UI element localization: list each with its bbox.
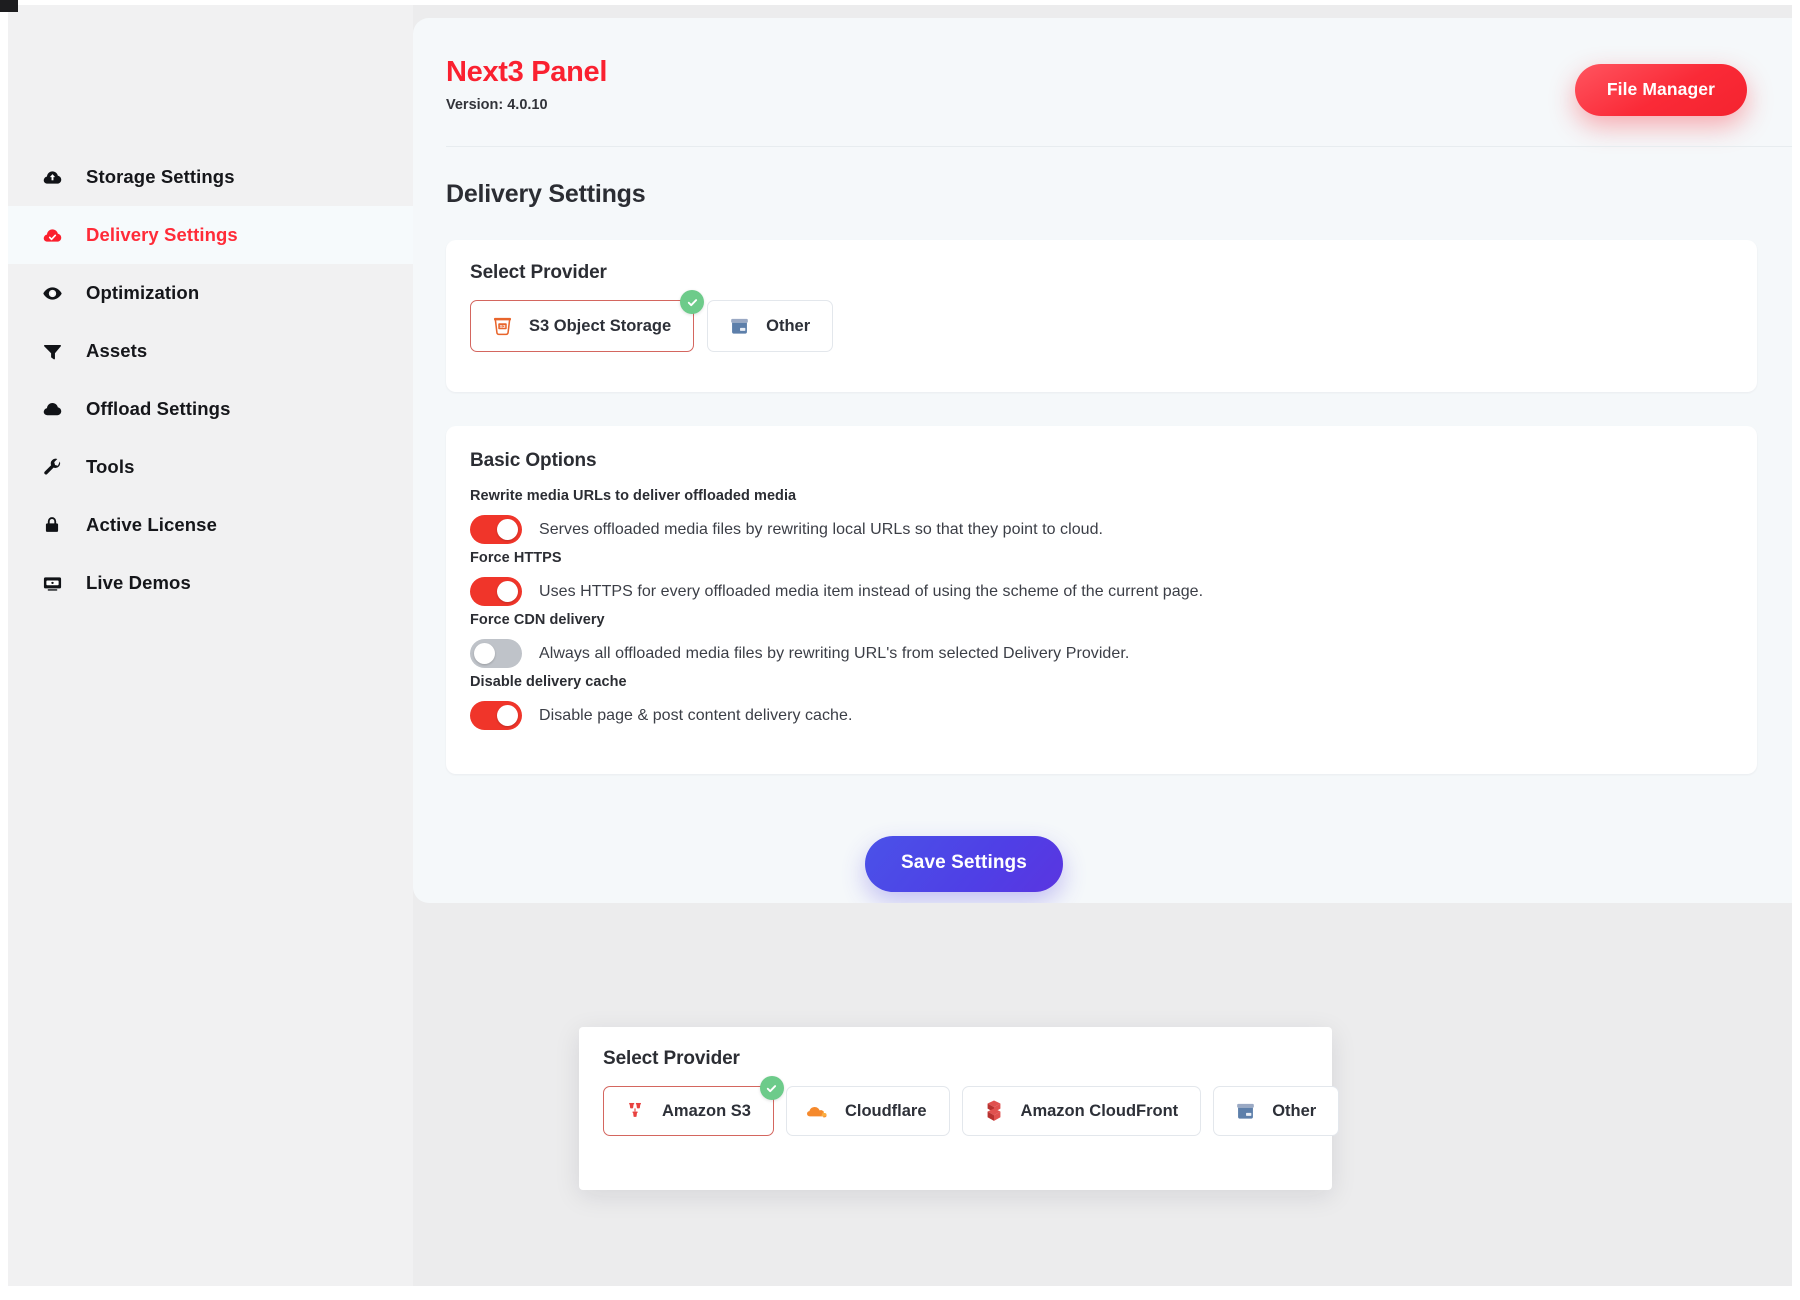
option-control-line: Uses HTTPS for every offloaded media ite… — [470, 577, 1203, 606]
option-toggle[interactable] — [470, 701, 522, 730]
amazon-cloudfront-icon — [981, 1098, 1007, 1124]
app-version: Version: 4.0.10 — [446, 97, 548, 113]
toggle-knob — [497, 519, 518, 540]
option-label: Force CDN delivery — [470, 612, 605, 628]
eye-icon — [41, 282, 63, 304]
provider-option-amazon-s3[interactable]: Amazon S3 — [603, 1076, 784, 1136]
select-provider-title: Select Provider — [470, 262, 607, 283]
provider-option-label: Other — [1272, 1101, 1317, 1120]
sidebar-item-tools[interactable]: Tools — [8, 438, 413, 496]
amazon-s3-icon — [622, 1098, 648, 1124]
option-row: Rewrite media URLs to deliver offloaded … — [470, 488, 1103, 544]
sidebar: Storage Settings Delivery Settings Optimiz… — [8, 0, 413, 1300]
file-manager-button[interactable]: File Manager — [1574, 64, 1747, 116]
cloud-upload-icon — [41, 166, 63, 188]
provider-option-cloudflare[interactable]: Cloudflare — [785, 1086, 950, 1136]
provider-option-label: S3 Object Storage — [529, 316, 672, 335]
sidebar-item-active-license[interactable]: Active License — [8, 496, 413, 554]
floating-provider-options: Amazon S3 Cloudflare Amazon CloudFront Othe… — [603, 1076, 1340, 1136]
option-toggle[interactable] — [470, 577, 522, 606]
lock-icon — [41, 514, 63, 536]
floating-select-provider-title: Select Provider — [603, 1048, 740, 1069]
provider-option-other[interactable]: Other — [707, 300, 834, 352]
sidebar-item-optimization[interactable]: Optimization — [8, 264, 413, 322]
selected-check-badge — [680, 290, 705, 314]
option-description: Uses HTTPS for every offloaded media ite… — [539, 582, 1204, 600]
basic-options-card: Basic Options Rewrite media URLs to deli… — [446, 426, 1757, 774]
toggle-knob — [497, 581, 518, 602]
sidebar-item-label: Delivery Settings — [86, 224, 238, 245]
option-description: Disable page & post content delivery cac… — [539, 706, 853, 724]
sidebar-item-storage-settings[interactable]: Storage Settings — [8, 148, 413, 206]
sidebar-nav: Storage Settings Delivery Settings Optimiz… — [8, 148, 413, 612]
sidebar-item-delivery-settings[interactable]: Delivery Settings — [8, 206, 413, 264]
provider-option-label: Cloudflare — [844, 1101, 927, 1120]
sidebar-item-label: Live Demos — [86, 572, 191, 593]
option-control-line: Disable page & post content delivery cac… — [470, 701, 852, 730]
toggle-knob — [497, 705, 518, 726]
archive-box-icon — [1232, 1098, 1258, 1124]
window-frame-bottom — [0, 1286, 1800, 1300]
option-row: Force CDN delivery Always all offloaded m… — [470, 612, 1129, 668]
wrench-icon — [41, 456, 63, 478]
provider-option-s3-object-storage[interactable]: S3 S3 Object Storage — [470, 290, 705, 352]
option-label: Rewrite media URLs to deliver offloaded … — [470, 488, 797, 504]
sidebar-item-label: Storage Settings — [86, 166, 235, 187]
provider-option-label: Other — [766, 316, 811, 335]
option-label: Force HTTPS — [470, 550, 562, 566]
option-description: Always all offloaded media files by rewr… — [539, 644, 1130, 662]
archive-box-icon — [726, 313, 752, 339]
save-settings-button[interactable]: Save Settings — [865, 836, 1063, 892]
floating-select-provider-card: Select Provider Amazon S3 Cloudflare Amazo… — [579, 1027, 1340, 1190]
selected-check-badge — [759, 1076, 784, 1100]
provider-option-other[interactable]: Other — [1213, 1086, 1340, 1136]
sidebar-item-offload-settings[interactable]: Offload Settings — [8, 380, 413, 438]
option-toggle[interactable] — [470, 639, 522, 668]
s3-bucket-icon: S3 — [489, 313, 515, 339]
sidebar-item-label: Active License — [86, 514, 217, 535]
option-toggle[interactable] — [470, 515, 522, 544]
sidebar-item-label: Tools — [86, 456, 135, 477]
provider-option-amazon-cloudfront[interactable]: Amazon CloudFront — [961, 1086, 1202, 1136]
option-control-line: Serves offloaded media files by rewritin… — [470, 515, 1103, 544]
provider-option-label: Amazon S3 — [662, 1101, 751, 1120]
window-frame-top — [0, 0, 1800, 5]
sidebar-item-label: Optimization — [86, 282, 200, 303]
sidebar-item-label: Offload Settings — [86, 398, 231, 419]
main-panel: Next3 Panel Version: 4.0.10 File Manager… — [413, 18, 1792, 903]
window-frame-left — [0, 0, 8, 1300]
provider-options: S3 S3 Object Storage Other — [470, 290, 834, 352]
option-row: Force HTTPS Uses HTTPS for every offloade… — [470, 550, 1203, 606]
option-label: Disable delivery cache — [470, 674, 627, 690]
app-screen: Storage Settings Delivery Settings Optimiz… — [0, 0, 1800, 1300]
cloud-icon — [41, 398, 63, 420]
option-control-line: Always all offloaded media files by rewr… — [470, 639, 1129, 668]
panel-header: Next3 Panel Version: 4.0.10 File Manager — [413, 18, 1792, 147]
svg-text:S3: S3 — [499, 323, 505, 329]
window-frame-right — [1792, 0, 1800, 1300]
header-divider — [446, 146, 1792, 147]
select-provider-card: Select Provider S3 S3 Object Storage Other — [446, 240, 1757, 392]
app-title: Next3 Panel — [446, 56, 608, 88]
toggle-knob — [474, 643, 495, 664]
cloud-check-icon — [41, 224, 63, 246]
sidebar-item-assets[interactable]: Assets — [8, 322, 413, 380]
option-description: Serves offloaded media files by rewritin… — [539, 520, 1104, 538]
page-title: Delivery Settings — [446, 180, 646, 208]
monitor-icon — [41, 572, 63, 594]
provider-option-label: Amazon CloudFront — [1020, 1101, 1179, 1120]
funnel-icon — [41, 340, 63, 362]
cloudflare-icon — [805, 1098, 831, 1124]
option-row: Disable delivery cache Disable page & pos… — [470, 674, 852, 730]
basic-options-title: Basic Options — [470, 450, 597, 471]
window-corner-marker — [0, 0, 18, 12]
sidebar-item-label: Assets — [86, 340, 148, 361]
sidebar-item-live-demos[interactable]: Live Demos — [8, 554, 413, 612]
